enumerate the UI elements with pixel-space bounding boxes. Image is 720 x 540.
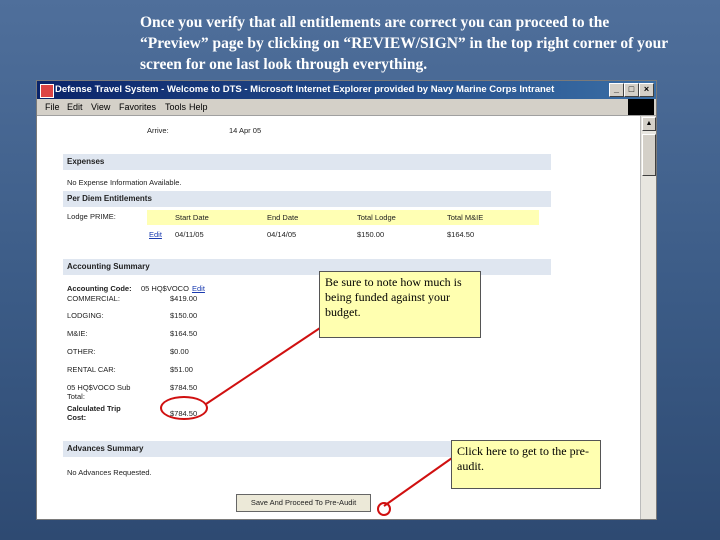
budget-callout-arrow <box>205 327 321 405</box>
callout-arrows <box>205 327 453 507</box>
preaudit-callout: Click here to get to the pre- audit. <box>451 440 601 489</box>
budget-callout: Be sure to note how much is being funded… <box>319 271 481 338</box>
preaudit-callout-arrow <box>383 457 453 507</box>
